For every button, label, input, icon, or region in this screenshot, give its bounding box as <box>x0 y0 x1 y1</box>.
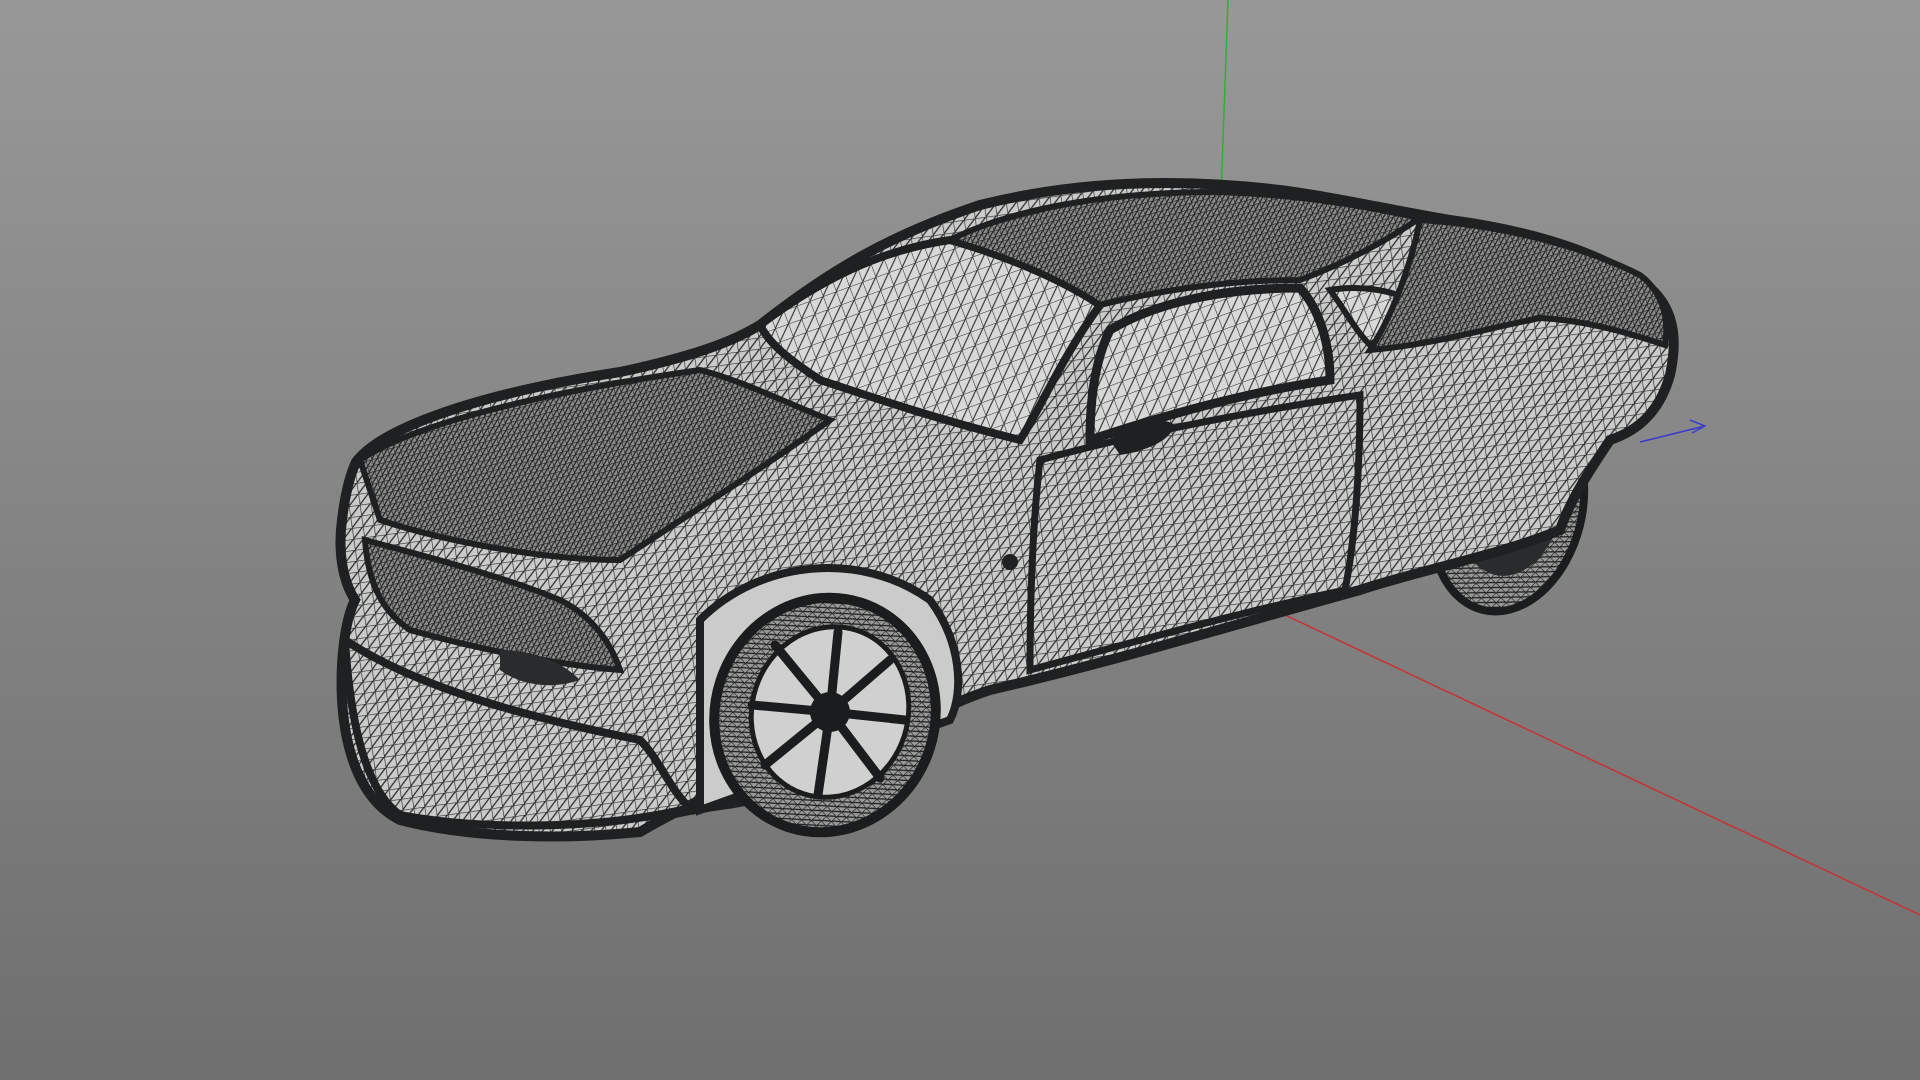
x-axis-line <box>1284 614 1920 916</box>
wireframe-car-model[interactable] <box>335 177 1679 861</box>
fuel-cap <box>1002 554 1018 570</box>
scene-canvas[interactable] <box>0 0 1920 1080</box>
y-axis-line <box>1220 0 1229 197</box>
3d-viewport[interactable] <box>0 0 1920 1080</box>
z-axis-line <box>1639 419 1707 443</box>
